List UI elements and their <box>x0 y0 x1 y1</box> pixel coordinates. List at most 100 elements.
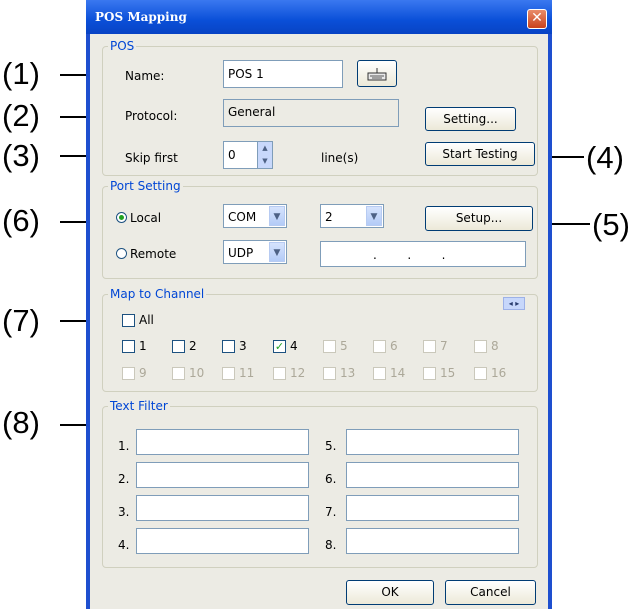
name-label: Name: <box>125 69 165 83</box>
remote-ip-input[interactable]: . . . <box>320 241 526 267</box>
ok-button[interactable]: OK <box>346 580 434 605</box>
port-setting-legend: Port Setting <box>108 179 183 193</box>
pos-name-input[interactable]: POS 1 <box>223 60 343 88</box>
channel-label: 3 <box>239 339 247 353</box>
channel-label: 13 <box>340 366 356 380</box>
skip-lines-stepper[interactable]: 0 ▲ ▼ <box>223 141 273 169</box>
filter-input-3[interactable] <box>136 495 309 521</box>
checkbox-box[interactable] <box>172 340 185 353</box>
checkbox-box <box>423 367 436 380</box>
filter-label-6: 6. <box>325 472 337 486</box>
text-filter-legend: Text Filter <box>108 399 170 413</box>
chevron-down-icon[interactable]: ▼ <box>366 206 382 226</box>
chevron-down-icon[interactable]: ▼ <box>269 206 285 226</box>
local-type-select[interactable]: COM ▼ <box>223 204 287 228</box>
checkbox-box <box>172 367 185 380</box>
all-checkbox-label: All <box>139 313 154 327</box>
annotation-5: (5) <box>592 207 630 242</box>
channel-label: 11 <box>239 366 255 380</box>
checkbox-box <box>474 340 487 353</box>
checkbox-box <box>273 367 286 380</box>
setting-button[interactable]: Setting... <box>425 107 516 131</box>
filter-label-2: 2. <box>118 472 130 486</box>
channel-label: 14 <box>390 366 406 380</box>
channel-label: 6 <box>390 339 398 353</box>
filter-label-8: 8. <box>325 538 337 552</box>
channel-label: 12 <box>290 366 306 380</box>
filter-label-5: 5. <box>325 439 337 453</box>
filter-input-2[interactable] <box>136 462 309 488</box>
window-title: POS Mapping <box>95 10 187 24</box>
local-radio[interactable] <box>116 212 127 223</box>
protocol-label: Protocol: <box>125 109 178 123</box>
filter-input-8[interactable] <box>346 528 519 554</box>
channel-label: 9 <box>139 366 147 380</box>
remote-label: Remote <box>130 247 177 261</box>
channel-label: 16 <box>491 366 507 380</box>
channel-label: 1 <box>139 339 147 353</box>
filter-label-1: 1. <box>118 439 130 453</box>
skip-lines-spinner[interactable]: ▲ ▼ <box>257 142 272 168</box>
local-type-value: COM <box>228 210 257 224</box>
text-filter-group: Text Filter 1. 2. 3. 4. 5. 6. 7. 8. <box>102 399 538 568</box>
setup-button[interactable]: Setup... <box>425 206 533 231</box>
keyboard-icon <box>367 68 387 81</box>
annotation-2: (2) <box>2 98 40 133</box>
local-port-value: 2 <box>325 210 333 224</box>
filter-input-7[interactable] <box>346 495 519 521</box>
start-testing-button[interactable]: Start Testing <box>425 142 535 166</box>
channel-label: 4 <box>290 339 298 353</box>
filter-label-7: 7. <box>325 505 337 519</box>
checkbox-box <box>323 340 336 353</box>
checkbox-box <box>373 340 386 353</box>
channel-page-arrows-icon[interactable]: ◂ ▸ <box>503 297 525 310</box>
dialog-client: POS Name: POS 1 Protocol: General Settin… <box>90 34 548 609</box>
filter-input-1[interactable] <box>136 429 309 455</box>
remote-type-select[interactable]: UDP ▼ <box>223 240 287 264</box>
checkmark-icon[interactable]: ✓ <box>273 340 286 353</box>
title-bar[interactable]: POS Mapping ✕ <box>86 0 552 34</box>
checkbox-box[interactable] <box>222 340 235 353</box>
port-setting-group: Port Setting Local COM ▼ 2 ▼ Setup... Re… <box>102 179 538 279</box>
checkbox-box <box>474 367 487 380</box>
annotation-4: (4) <box>586 140 624 175</box>
remote-radio[interactable] <box>116 248 127 259</box>
chevron-down-icon[interactable]: ▼ <box>269 242 285 262</box>
annotation-7: (7) <box>2 303 40 338</box>
filter-input-6[interactable] <box>346 462 519 488</box>
keyboard-button[interactable] <box>357 60 397 87</box>
pos-mapping-dialog: POS Mapping ✕ POS Name: POS 1 Protocol: … <box>86 0 552 609</box>
channel-label: 15 <box>440 366 456 380</box>
filter-label-4: 4. <box>118 538 130 552</box>
channel-label: 8 <box>491 339 499 353</box>
map-to-channel-group: Map to Channel ◂ ▸ All 1 2 3 ✓ 4 5 6 7 8 9 10 11 12 1… <box>102 287 538 392</box>
annotation-1: (1) <box>2 56 40 91</box>
annotation-8: (8) <box>2 405 40 440</box>
close-button[interactable]: ✕ <box>527 9 547 29</box>
spin-down-icon[interactable]: ▼ <box>258 155 272 168</box>
protocol-value: General <box>223 99 399 127</box>
pos-group: POS Name: POS 1 Protocol: General Settin… <box>102 39 538 176</box>
all-checkbox-box[interactable] <box>122 314 135 327</box>
local-port-select[interactable]: 2 ▼ <box>320 204 384 228</box>
annotation-3: (3) <box>2 138 40 173</box>
channel-label: 2 <box>189 339 197 353</box>
map-to-channel-legend: Map to Channel <box>108 287 207 301</box>
filter-input-5[interactable] <box>346 429 519 455</box>
pos-group-legend: POS <box>108 39 137 53</box>
checkbox-box[interactable] <box>122 340 135 353</box>
filter-input-4[interactable] <box>136 528 309 554</box>
remote-type-value: UDP <box>228 246 254 260</box>
channel-label: 5 <box>340 339 348 353</box>
local-label: Local <box>130 211 162 225</box>
cancel-button[interactable]: Cancel <box>445 580 536 605</box>
skip-lines-value: 0 <box>228 148 236 162</box>
annotation-6: (6) <box>2 203 40 238</box>
checkbox-box <box>373 367 386 380</box>
spin-up-icon[interactable]: ▲ <box>258 142 272 155</box>
lines-label: line(s) <box>321 151 359 165</box>
checkbox-box <box>423 340 436 353</box>
channel-label: 7 <box>440 339 448 353</box>
checkbox-box <box>222 367 235 380</box>
checkbox-box <box>122 367 135 380</box>
